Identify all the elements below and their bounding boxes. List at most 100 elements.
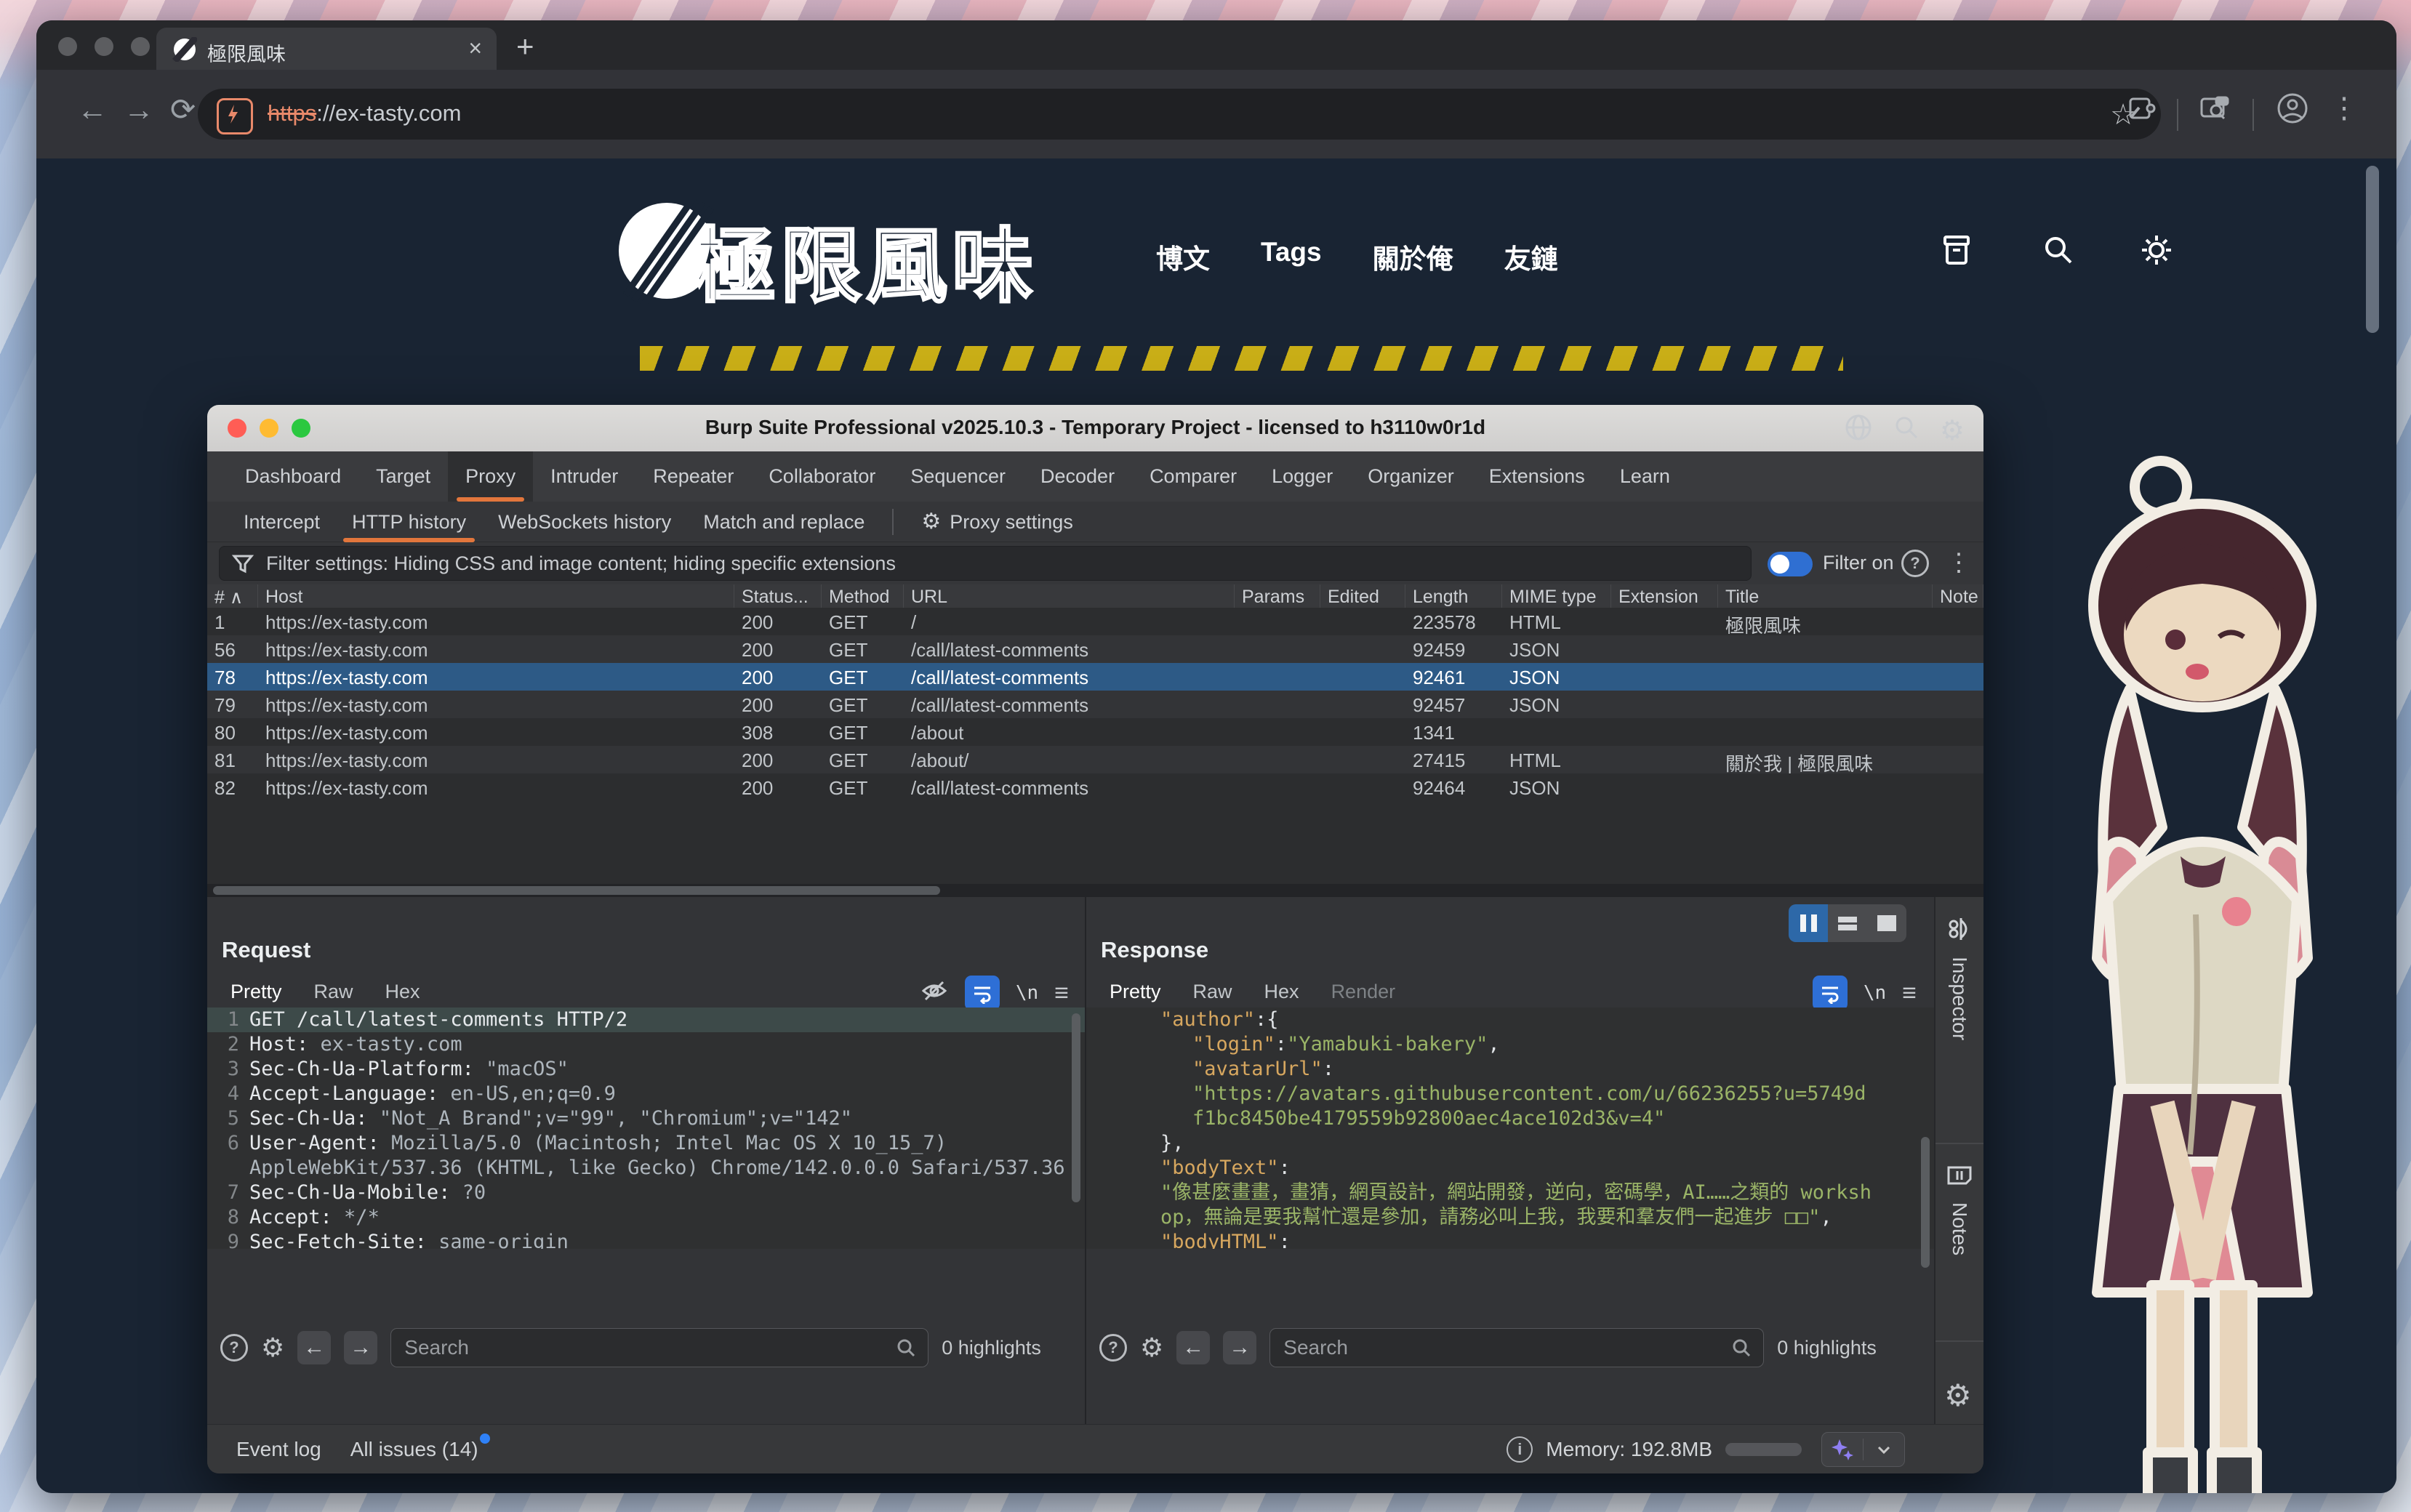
layout-rows-button[interactable] — [1828, 904, 1867, 942]
burp-menu-tab-proxy[interactable]: Proxy — [448, 451, 533, 502]
burp-menu-tab-repeater[interactable]: Repeater — [635, 451, 751, 502]
word-wrap-toggle-icon[interactable] — [1813, 976, 1848, 1010]
resp-tab-pretty[interactable]: Pretty — [1096, 977, 1174, 1009]
burp-menu-tab-collaborator[interactable]: Collaborator — [751, 451, 893, 502]
ai-chevron-down-icon[interactable] — [1864, 1440, 1904, 1459]
insecure-warning-icon[interactable] — [217, 98, 253, 134]
filter-settings-bar[interactable]: Filter settings: Hiding CSS and image co… — [219, 546, 1752, 581]
collaborator-globe-icon[interactable] — [1844, 413, 1873, 447]
hide-highlights-eye-off-icon[interactable] — [920, 976, 949, 1010]
url-bar[interactable]: https://ex-tasty.com ☆ — [198, 89, 2161, 140]
site-nav-item[interactable]: 友鏈 — [1504, 237, 1558, 276]
request-menu-icon[interactable]: ≡ — [1054, 979, 1069, 1008]
all-issues-button[interactable]: All issues (14) — [350, 1438, 478, 1461]
column-header-length[interactable]: Length — [1405, 584, 1502, 608]
sidebar-tab-notes[interactable]: Notes — [1935, 1162, 1983, 1255]
sidebar-settings-gear-icon[interactable]: ⚙ — [1944, 1378, 1972, 1413]
req-tab-pretty[interactable]: Pretty — [217, 977, 295, 1009]
column-header-index[interactable]: # ∧ — [207, 584, 258, 608]
window-close-button[interactable] — [58, 37, 77, 56]
search-prev-button[interactable]: ← — [297, 1331, 331, 1364]
window-minimize-button[interactable] — [95, 37, 113, 56]
search-next-button[interactable]: → — [1223, 1331, 1256, 1364]
request-search-input[interactable]: Search — [390, 1328, 928, 1367]
burp-menu-tab-learn[interactable]: Learn — [1602, 451, 1688, 502]
event-log-button[interactable]: Event log — [236, 1438, 321, 1461]
tab-search-icon[interactable] — [2197, 92, 2232, 127]
site-nav-item[interactable]: 博文 — [1156, 237, 1210, 276]
response-search-input[interactable]: Search — [1269, 1328, 1764, 1367]
search-next-button[interactable]: → — [344, 1331, 377, 1364]
table-scrollbar-thumb[interactable] — [213, 886, 940, 895]
burp-menu-tab-decoder[interactable]: Decoder — [1023, 451, 1132, 502]
column-header-status-[interactable]: Status... — [734, 584, 822, 608]
table-row[interactable]: 56https://ex-tasty.com200GET/call/latest… — [207, 635, 1983, 663]
table-row[interactable]: 82https://ex-tasty.com200GET/call/latest… — [207, 773, 1983, 801]
ai-split-button[interactable] — [1821, 1432, 1905, 1467]
filter-help-icon[interactable]: ? — [1901, 550, 1929, 577]
sidebar-tab-inspector[interactable]: Inspector — [1935, 914, 1983, 1040]
response-settings-gear-icon[interactable]: ⚙ — [1140, 1333, 1163, 1363]
burp-menu-tab-extensions[interactable]: Extensions — [1472, 451, 1602, 502]
filter-toggle[interactable] — [1768, 552, 1813, 576]
request-help-icon[interactable]: ? — [220, 1334, 248, 1362]
column-header-host[interactable]: Host — [258, 584, 734, 608]
response-help-icon[interactable]: ? — [1099, 1334, 1127, 1362]
column-header-url[interactable]: URL — [904, 584, 1235, 608]
burp-subtab-proxy-settings[interactable]: ⚙Proxy settings — [905, 502, 1088, 542]
burp-subtab-intercept[interactable]: Intercept — [228, 502, 336, 542]
browser-menu-kebab-icon[interactable]: ⋮ — [2330, 92, 2359, 125]
burp-menu-tab-organizer[interactable]: Organizer — [1350, 451, 1472, 502]
table-row[interactable]: 81https://ex-tasty.com200GET/about/27415… — [207, 746, 1983, 773]
response-menu-icon[interactable]: ≡ — [1902, 979, 1917, 1008]
burp-menu-tab-logger[interactable]: Logger — [1254, 451, 1350, 502]
layout-single-button[interactable] — [1867, 904, 1906, 942]
search-prev-button[interactable]: ← — [1176, 1331, 1210, 1364]
window-zoom-button[interactable] — [131, 37, 150, 56]
info-icon[interactable]: i — [1507, 1436, 1533, 1463]
column-header-mime-type[interactable]: MIME type — [1502, 584, 1611, 608]
column-header-note[interactable]: Note — [1933, 584, 1983, 608]
archive-icon[interactable] — [1938, 231, 1975, 273]
resp-tab-hex[interactable]: Hex — [1251, 977, 1312, 1009]
burp-menu-tab-comparer[interactable]: Comparer — [1132, 451, 1254, 502]
burp-menu-tab-target[interactable]: Target — [358, 451, 448, 502]
forward-icon[interactable]: → — [124, 94, 154, 125]
profile-icon[interactable] — [2276, 92, 2309, 129]
reload-icon[interactable]: ⟳ — [170, 94, 196, 125]
column-header-params[interactable]: Params — [1235, 584, 1320, 608]
table-row[interactable]: 79https://ex-tasty.com200GET/call/latest… — [207, 691, 1983, 718]
table-row[interactable]: 78https://ex-tasty.com200GET/call/latest… — [207, 663, 1983, 691]
burp-menu-tab-dashboard[interactable]: Dashboard — [228, 451, 358, 502]
req-tab-raw[interactable]: Raw — [301, 977, 366, 1009]
burp-settings-gear-icon[interactable]: ⚙ — [1940, 414, 1965, 446]
burp-subtab-websockets-history[interactable]: WebSockets history — [482, 502, 687, 542]
new-tab-button[interactable]: + — [516, 29, 534, 64]
column-header-extension[interactable]: Extension — [1611, 584, 1718, 608]
page-scrollbar-thumb[interactable] — [2366, 166, 2379, 333]
filter-kebab-icon[interactable]: ⋮ — [1946, 548, 1971, 577]
request-scrollbar-thumb[interactable] — [1072, 1013, 1080, 1202]
resp-tab-raw[interactable]: Raw — [1180, 977, 1245, 1009]
history-table-header[interactable]: # ∧HostStatus...MethodURLParamsEditedLen… — [207, 584, 1983, 608]
table-horizontal-scrollbar[interactable] — [207, 884, 1983, 897]
request-editor[interactable]: 1GET /call/latest-comments HTTP/22Host: … — [207, 1008, 1085, 1249]
response-scrollbar-thumb[interactable] — [1921, 1137, 1930, 1268]
show-nonprintable-icon[interactable]: \n — [1016, 982, 1038, 1004]
site-nav-item[interactable]: 關於俺 — [1373, 237, 1453, 276]
tab-close-icon[interactable]: × — [468, 35, 482, 62]
browser-tab[interactable]: 極限風味 × — [156, 28, 497, 70]
show-nonprintable-icon[interactable]: \n — [1864, 982, 1886, 1004]
burp-menu-tab-intruder[interactable]: Intruder — [533, 451, 635, 502]
ai-sparkle-icon[interactable] — [1822, 1437, 1863, 1462]
burp-menu-tab-sequencer[interactable]: Sequencer — [893, 451, 1023, 502]
table-row[interactable]: 1https://ex-tasty.com200GET/223578HTML極限… — [207, 608, 1983, 635]
column-header-title[interactable]: Title — [1718, 584, 1933, 608]
word-wrap-toggle-icon[interactable] — [965, 976, 1000, 1010]
burp-subtab-match-and-replace[interactable]: Match and replace — [687, 502, 880, 542]
burp-search-icon[interactable] — [1892, 413, 1921, 447]
search-icon[interactable] — [2039, 231, 2077, 273]
request-settings-gear-icon[interactable]: ⚙ — [261, 1333, 284, 1363]
burp-subtab-http-history[interactable]: HTTP history — [336, 502, 482, 542]
column-header-edited[interactable]: Edited — [1320, 584, 1405, 608]
